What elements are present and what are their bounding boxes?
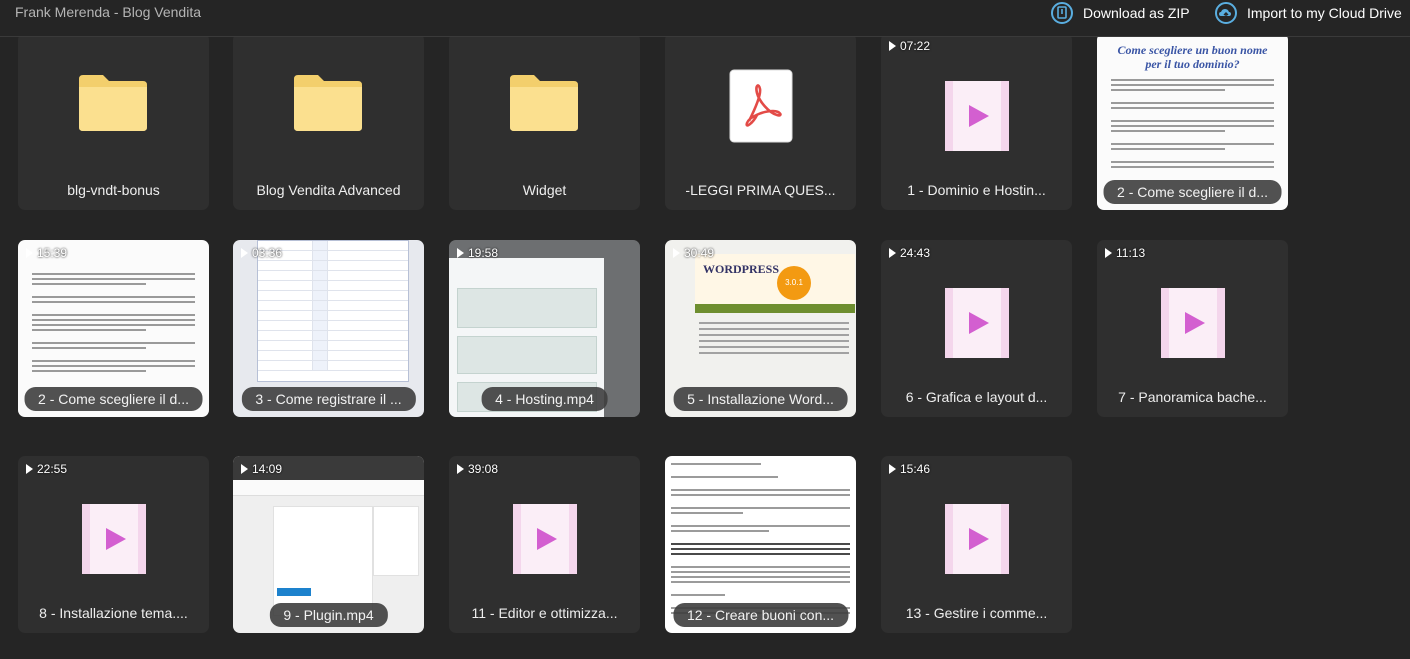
wordpress-logo: WORDPRESS [703, 262, 780, 276]
video-file-icon [513, 504, 577, 574]
video-duration: 03:36 [241, 246, 282, 260]
play-small-icon [889, 464, 896, 474]
file-name: 8 - Installazione tema.... [39, 605, 188, 621]
play-small-icon [241, 464, 248, 474]
video-duration: 39:08 [457, 462, 498, 476]
download-zip-button[interactable]: Download as ZIP [1051, 2, 1190, 24]
file-name: 3 - Come registrare il ... [241, 387, 416, 411]
play-small-icon [889, 248, 896, 258]
document-tile[interactable]: Come scegliere un buon nome per il tuo d… [1097, 37, 1288, 210]
folder-tile[interactable]: Widget [449, 37, 640, 210]
document-heading: Come scegliere un buon nome per il tuo d… [1117, 43, 1268, 71]
folder-tile[interactable]: blg-vndt-bonus [18, 37, 209, 210]
file-name: 9 - Plugin.mp4 [269, 603, 388, 627]
video-tile[interactable]: 19:58 4 - Hosting.mp4 [449, 240, 640, 417]
file-name: 13 - Gestire i comme... [905, 605, 1048, 621]
video-duration: 30:49 [673, 246, 714, 260]
video-tile[interactable]: 22:55 8 - Installazione tema.... [18, 456, 209, 633]
video-tile[interactable]: 14:09 9 - Plugin.mp4 [233, 456, 424, 633]
play-small-icon [457, 464, 464, 474]
video-duration: 14:09 [241, 462, 282, 476]
import-cloud-drive-label: Import to my Cloud Drive [1247, 5, 1402, 21]
video-file-icon [945, 504, 1009, 574]
play-small-icon [26, 248, 33, 258]
file-name: Blog Vendita Advanced [256, 182, 401, 198]
folder-icon [294, 75, 362, 131]
file-name: blg-vndt-bonus [67, 182, 160, 198]
folder-icon [510, 75, 578, 131]
pdf-tile[interactable]: -LEGGI PRIMA QUES... [665, 37, 856, 210]
folder-tile[interactable]: Blog Vendita Advanced [233, 37, 424, 210]
video-tile[interactable]: 15:46 13 - Gestire i comme... [881, 456, 1072, 633]
top-bar: Frank Merenda - Blog Vendita Download as… [0, 0, 1410, 37]
file-name: 5 - Installazione Word... [673, 387, 848, 411]
download-zip-icon [1051, 2, 1073, 24]
version-badge: 3.0.1 [777, 266, 811, 300]
folder-title: Frank Merenda - Blog Vendita [15, 4, 201, 20]
file-name: 4 - Hosting.mp4 [481, 387, 608, 411]
file-name: 2 - Come scegliere il d... [1103, 180, 1282, 204]
file-name: 12 - Creare buoni con... [672, 603, 849, 627]
file-name: 11 - Editor e ottimizza... [471, 605, 618, 621]
file-name: -LEGGI PRIMA QUES... [685, 182, 836, 198]
play-small-icon [241, 248, 248, 258]
file-name: 1 - Dominio e Hostin... [907, 182, 1046, 198]
import-cloud-drive-button[interactable]: Import to my Cloud Drive [1215, 2, 1402, 24]
play-small-icon [673, 248, 680, 258]
play-small-icon [1105, 248, 1112, 258]
video-duration: 24:43 [889, 246, 930, 260]
download-zip-label: Download as ZIP [1083, 5, 1190, 21]
video-tile[interactable]: 15:39 2 - Come scegliere il d... [18, 240, 209, 417]
video-duration: 15:46 [889, 462, 930, 476]
cloud-upload-icon [1215, 2, 1237, 24]
play-small-icon [457, 248, 464, 258]
file-grid: blg-vndt-bonus Blog Vendita Advanced Wid… [0, 37, 1410, 659]
file-name: 6 - Grafica e layout d... [905, 389, 1048, 405]
file-name: Widget [522, 182, 567, 198]
document-tile[interactable]: 12 - Creare buoni con... [665, 456, 856, 633]
file-name: 7 - Panoramica bache... [1118, 389, 1267, 405]
video-duration: 15:39 [26, 246, 67, 260]
video-tile[interactable]: 39:08 11 - Editor e ottimizza... [449, 456, 640, 633]
video-duration: 19:58 [457, 246, 498, 260]
video-tile[interactable]: 07:22 1 - Dominio e Hostin... [881, 37, 1072, 210]
folder-icon [79, 75, 147, 131]
file-name: 2 - Come scegliere il d... [24, 387, 203, 411]
video-tile[interactable]: 11:13 7 - Panoramica bache... [1097, 240, 1288, 417]
play-small-icon [26, 464, 33, 474]
video-file-icon [945, 288, 1009, 358]
video-tile[interactable]: 03:36 3 - Come registrare il ... [233, 240, 424, 417]
video-file-icon [1161, 288, 1225, 358]
video-tile[interactable]: 24:43 6 - Grafica e layout d... [881, 240, 1072, 417]
video-file-icon [945, 81, 1009, 151]
video-file-icon [82, 504, 146, 574]
video-tile[interactable]: WORDPRESS 3.0.1 30:49 5 - Installazione … [665, 240, 856, 417]
video-duration: 11:13 [1105, 246, 1145, 260]
video-duration: 22:55 [26, 462, 67, 476]
video-duration: 07:22 [889, 39, 930, 53]
play-small-icon [889, 41, 896, 51]
pdf-icon [729, 69, 793, 143]
